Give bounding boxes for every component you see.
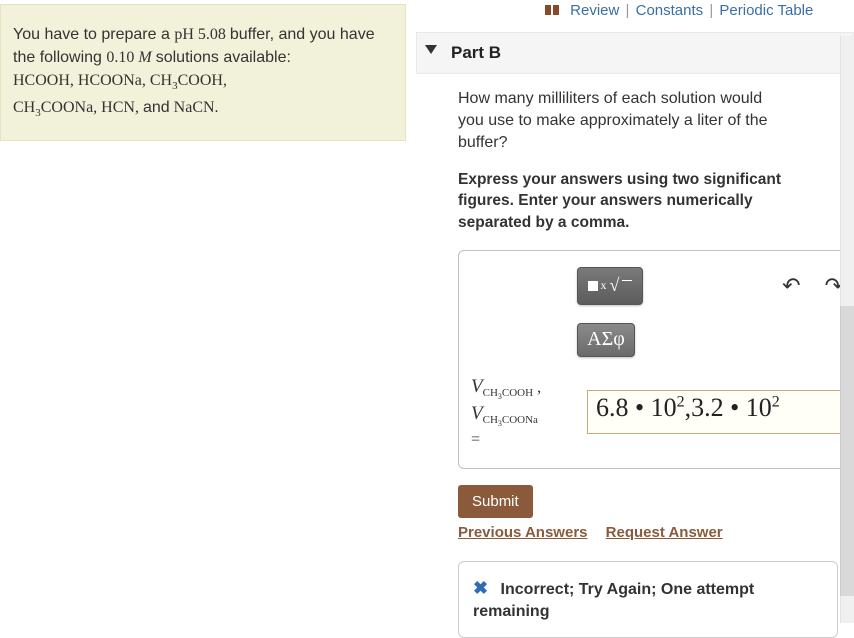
- problem-text-3: solutions available:: [156, 49, 291, 66]
- answer-instruction: Express your answers using two significa…: [458, 169, 808, 234]
- separator: |: [709, 2, 713, 19]
- equals-sign: =: [471, 431, 480, 448]
- templates-icon: x√: [588, 275, 633, 296]
- answer-input-row: VCH3COOH , VCH3COONa = 6.8 • 102,3.2 • 1…: [467, 375, 847, 450]
- problem-statement: You have to prepare a pH 5.08 buffer, an…: [0, 4, 406, 141]
- answer-panel: Review | Constants | Periodic Table Part…: [416, 0, 854, 623]
- scrollbar-track[interactable]: [840, 36, 854, 623]
- link-constants[interactable]: Constants: [636, 2, 704, 19]
- feedback-text: Incorrect; Try Again; One attempt remain…: [473, 581, 754, 620]
- answer-input-panel: x√ ↶ ↷ ΑΣφ VCH3COOH , VCH3COONa = 6.8 • …: [458, 250, 854, 469]
- chemicals-line-2: CH3COONa, HCN, and NaCN.: [13, 99, 219, 116]
- submit-button[interactable]: Submit: [458, 485, 533, 518]
- greek-symbols-button[interactable]: ΑΣφ: [577, 323, 635, 357]
- answer-links: Previous Answers Request Answer: [458, 524, 854, 541]
- concentration-value: 0.10: [106, 49, 134, 66]
- book-icon: [544, 3, 562, 20]
- link-review[interactable]: Review: [570, 2, 619, 19]
- link-periodic-table[interactable]: Periodic Table: [719, 2, 813, 19]
- incorrect-icon: ✖: [473, 578, 488, 598]
- part-label: Part B: [451, 43, 501, 62]
- question-text: How many milliliters of each solution wo…: [458, 88, 788, 155]
- previous-answers-link[interactable]: Previous Answers: [458, 524, 588, 541]
- undo-icon[interactable]: ↶: [782, 273, 800, 299]
- answer-input[interactable]: 6.8 • 102,3.2 • 102: [587, 390, 847, 434]
- templates-button[interactable]: x√: [577, 267, 643, 305]
- separator: |: [626, 2, 630, 19]
- problem-text-1: You have to prepare a: [13, 26, 174, 43]
- concentration-unit: M: [138, 49, 151, 66]
- equation-toolbar: x√ ↶ ↷: [467, 267, 847, 305]
- ph-label: pH: [174, 26, 194, 43]
- collapse-caret-icon[interactable]: [425, 45, 437, 54]
- part-body: How many milliliters of each solution wo…: [416, 88, 854, 638]
- variable-labels: VCH3COOH , VCH3COONa =: [467, 375, 587, 450]
- request-answer-link[interactable]: Request Answer: [606, 524, 723, 541]
- top-links: Review | Constants | Periodic Table: [416, 0, 854, 26]
- feedback-box: ✖ Incorrect; Try Again; One attempt rema…: [458, 561, 838, 638]
- chemicals-line-1: HCOOH, HCOONa, CH3COOH,: [13, 72, 227, 89]
- part-header[interactable]: Part B: [416, 32, 854, 74]
- ph-value: 5.08: [198, 26, 226, 43]
- scrollbar-thumb[interactable]: [840, 306, 854, 596]
